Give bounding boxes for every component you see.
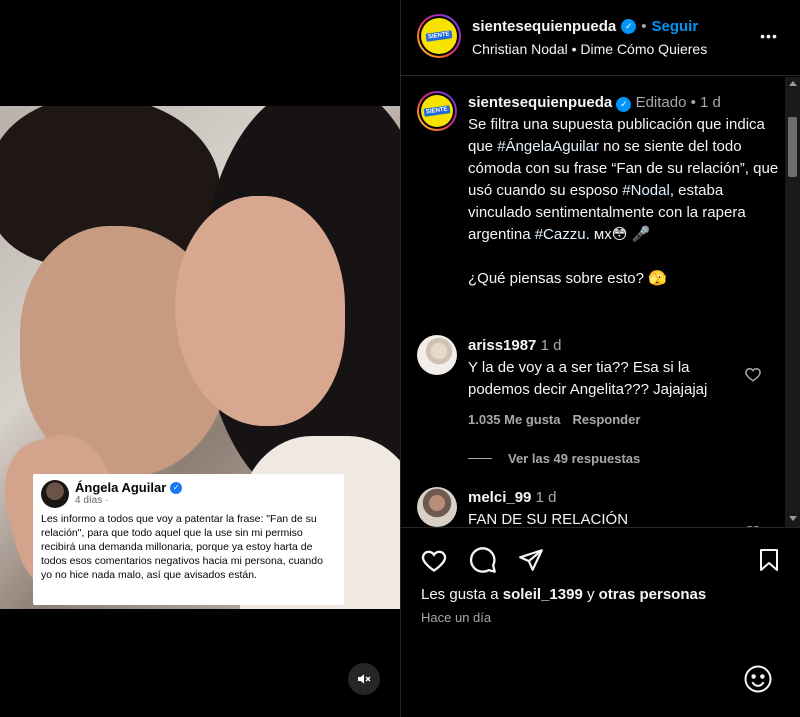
commenter-username[interactable]: ariss1987: [468, 337, 536, 354]
more-icon: •••: [760, 28, 778, 44]
speaker-muted-icon: [358, 674, 371, 684]
heart-icon: [421, 550, 447, 572]
like-comment-heart-icon[interactable]: [744, 365, 762, 383]
hashtag-link[interactable]: #Cazzu: [535, 226, 586, 243]
post-header: SIENTE sientesequienpueda ✓ • Seguir Chr…: [401, 0, 800, 76]
verified-icon: ✓: [170, 481, 183, 494]
post-detail-panel: SIENTE sientesequienpueda ✓ • Seguir Chr…: [400, 0, 800, 717]
comment-button[interactable]: [463, 540, 503, 580]
comments-scrollbar[interactable]: [785, 77, 800, 527]
more-options-button[interactable]: •••: [757, 24, 781, 48]
quote-avatar: [41, 480, 69, 508]
like-button[interactable]: [414, 540, 454, 580]
view-replies-label: Ver las 49 respuestas: [508, 451, 641, 466]
hashtag-link[interactable]: #ÁngelaAguilar: [497, 138, 599, 155]
verified-icon: ✓: [616, 96, 632, 112]
comment-likes[interactable]: 1.035 Me gusta: [468, 409, 561, 431]
likes-mid: y: [582, 586, 599, 603]
post-actions: [401, 540, 800, 580]
caption-question: ¿Qué piensas sobre esto? 🫣: [468, 270, 667, 287]
comment-text: FAN DE SU RELACIÓN: [468, 511, 629, 527]
comment-bubble-icon: [469, 547, 496, 573]
verified-icon: ✓: [621, 19, 637, 34]
caption-avatar[interactable]: SIENTE: [417, 91, 457, 131]
divider: [401, 527, 800, 528]
likes-prefix: Les gusta a: [421, 586, 503, 603]
quote-author: Ángela Aguilar: [75, 480, 167, 495]
liker-username[interactable]: soleil_1399: [503, 586, 583, 603]
replies-line: [468, 458, 492, 459]
caption-meta: Editado • 1 d: [635, 94, 721, 111]
save-button[interactable]: [749, 540, 789, 580]
bookmark-icon: [760, 549, 778, 571]
likes-summary: Les gusta a soleil_1399 y otras personas: [421, 586, 706, 603]
comment-time: 1 d: [540, 337, 562, 354]
share-button[interactable]: [511, 540, 551, 580]
logo-text: SIENTE: [423, 105, 451, 117]
commenter-username[interactable]: melci_99: [468, 489, 531, 506]
follow-button[interactable]: Seguir: [651, 18, 698, 35]
send-icon: [519, 549, 543, 571]
post-media: Ángela Aguilar ✓ 4 días · Les informo a …: [0, 0, 400, 717]
caption-text: . мх😳 🎤: [585, 226, 651, 243]
emoji-icon[interactable]: [743, 664, 773, 694]
reply-button[interactable]: Responder: [573, 409, 641, 431]
comments-list[interactable]: SIENTE sientesequienpueda ✓ Editado • 1 …: [401, 77, 785, 527]
comment-text: Y la de voy a a ser tia?? Esa si la pode…: [468, 359, 708, 398]
commenter-avatar[interactable]: [417, 335, 457, 375]
quote-body: Les informo a todos que voy a patentar l…: [41, 513, 323, 581]
view-replies-button[interactable]: Ver las 49 respuestas: [468, 451, 718, 466]
other-likers-link[interactable]: otras personas: [599, 586, 707, 603]
author-username[interactable]: sientesequienpueda: [472, 18, 616, 35]
post-timestamp[interactable]: Hace un día: [421, 610, 491, 625]
quote-time: 4 días ·: [75, 495, 109, 506]
mute-button[interactable]: [348, 663, 380, 695]
quoted-post-card: Ángela Aguilar ✓ 4 días · Les informo a …: [33, 474, 344, 605]
scroll-up-arrow-icon[interactable]: [789, 81, 797, 86]
author-avatar[interactable]: SIENTE: [417, 14, 461, 58]
logo-text: SIENTE: [425, 30, 453, 42]
caption-username[interactable]: sientesequienpueda: [468, 94, 612, 111]
separator-dot: •: [641, 18, 647, 35]
commenter-avatar[interactable]: [417, 487, 457, 527]
hashtag-link[interactable]: #Nodal: [622, 182, 670, 199]
scroll-down-arrow-icon[interactable]: [789, 516, 797, 521]
comment-time: 1 d: [535, 489, 557, 506]
scroll-thumb[interactable]: [788, 117, 797, 177]
audio-link[interactable]: Christian Nodal • Dime Cómo Quieres: [472, 41, 707, 57]
